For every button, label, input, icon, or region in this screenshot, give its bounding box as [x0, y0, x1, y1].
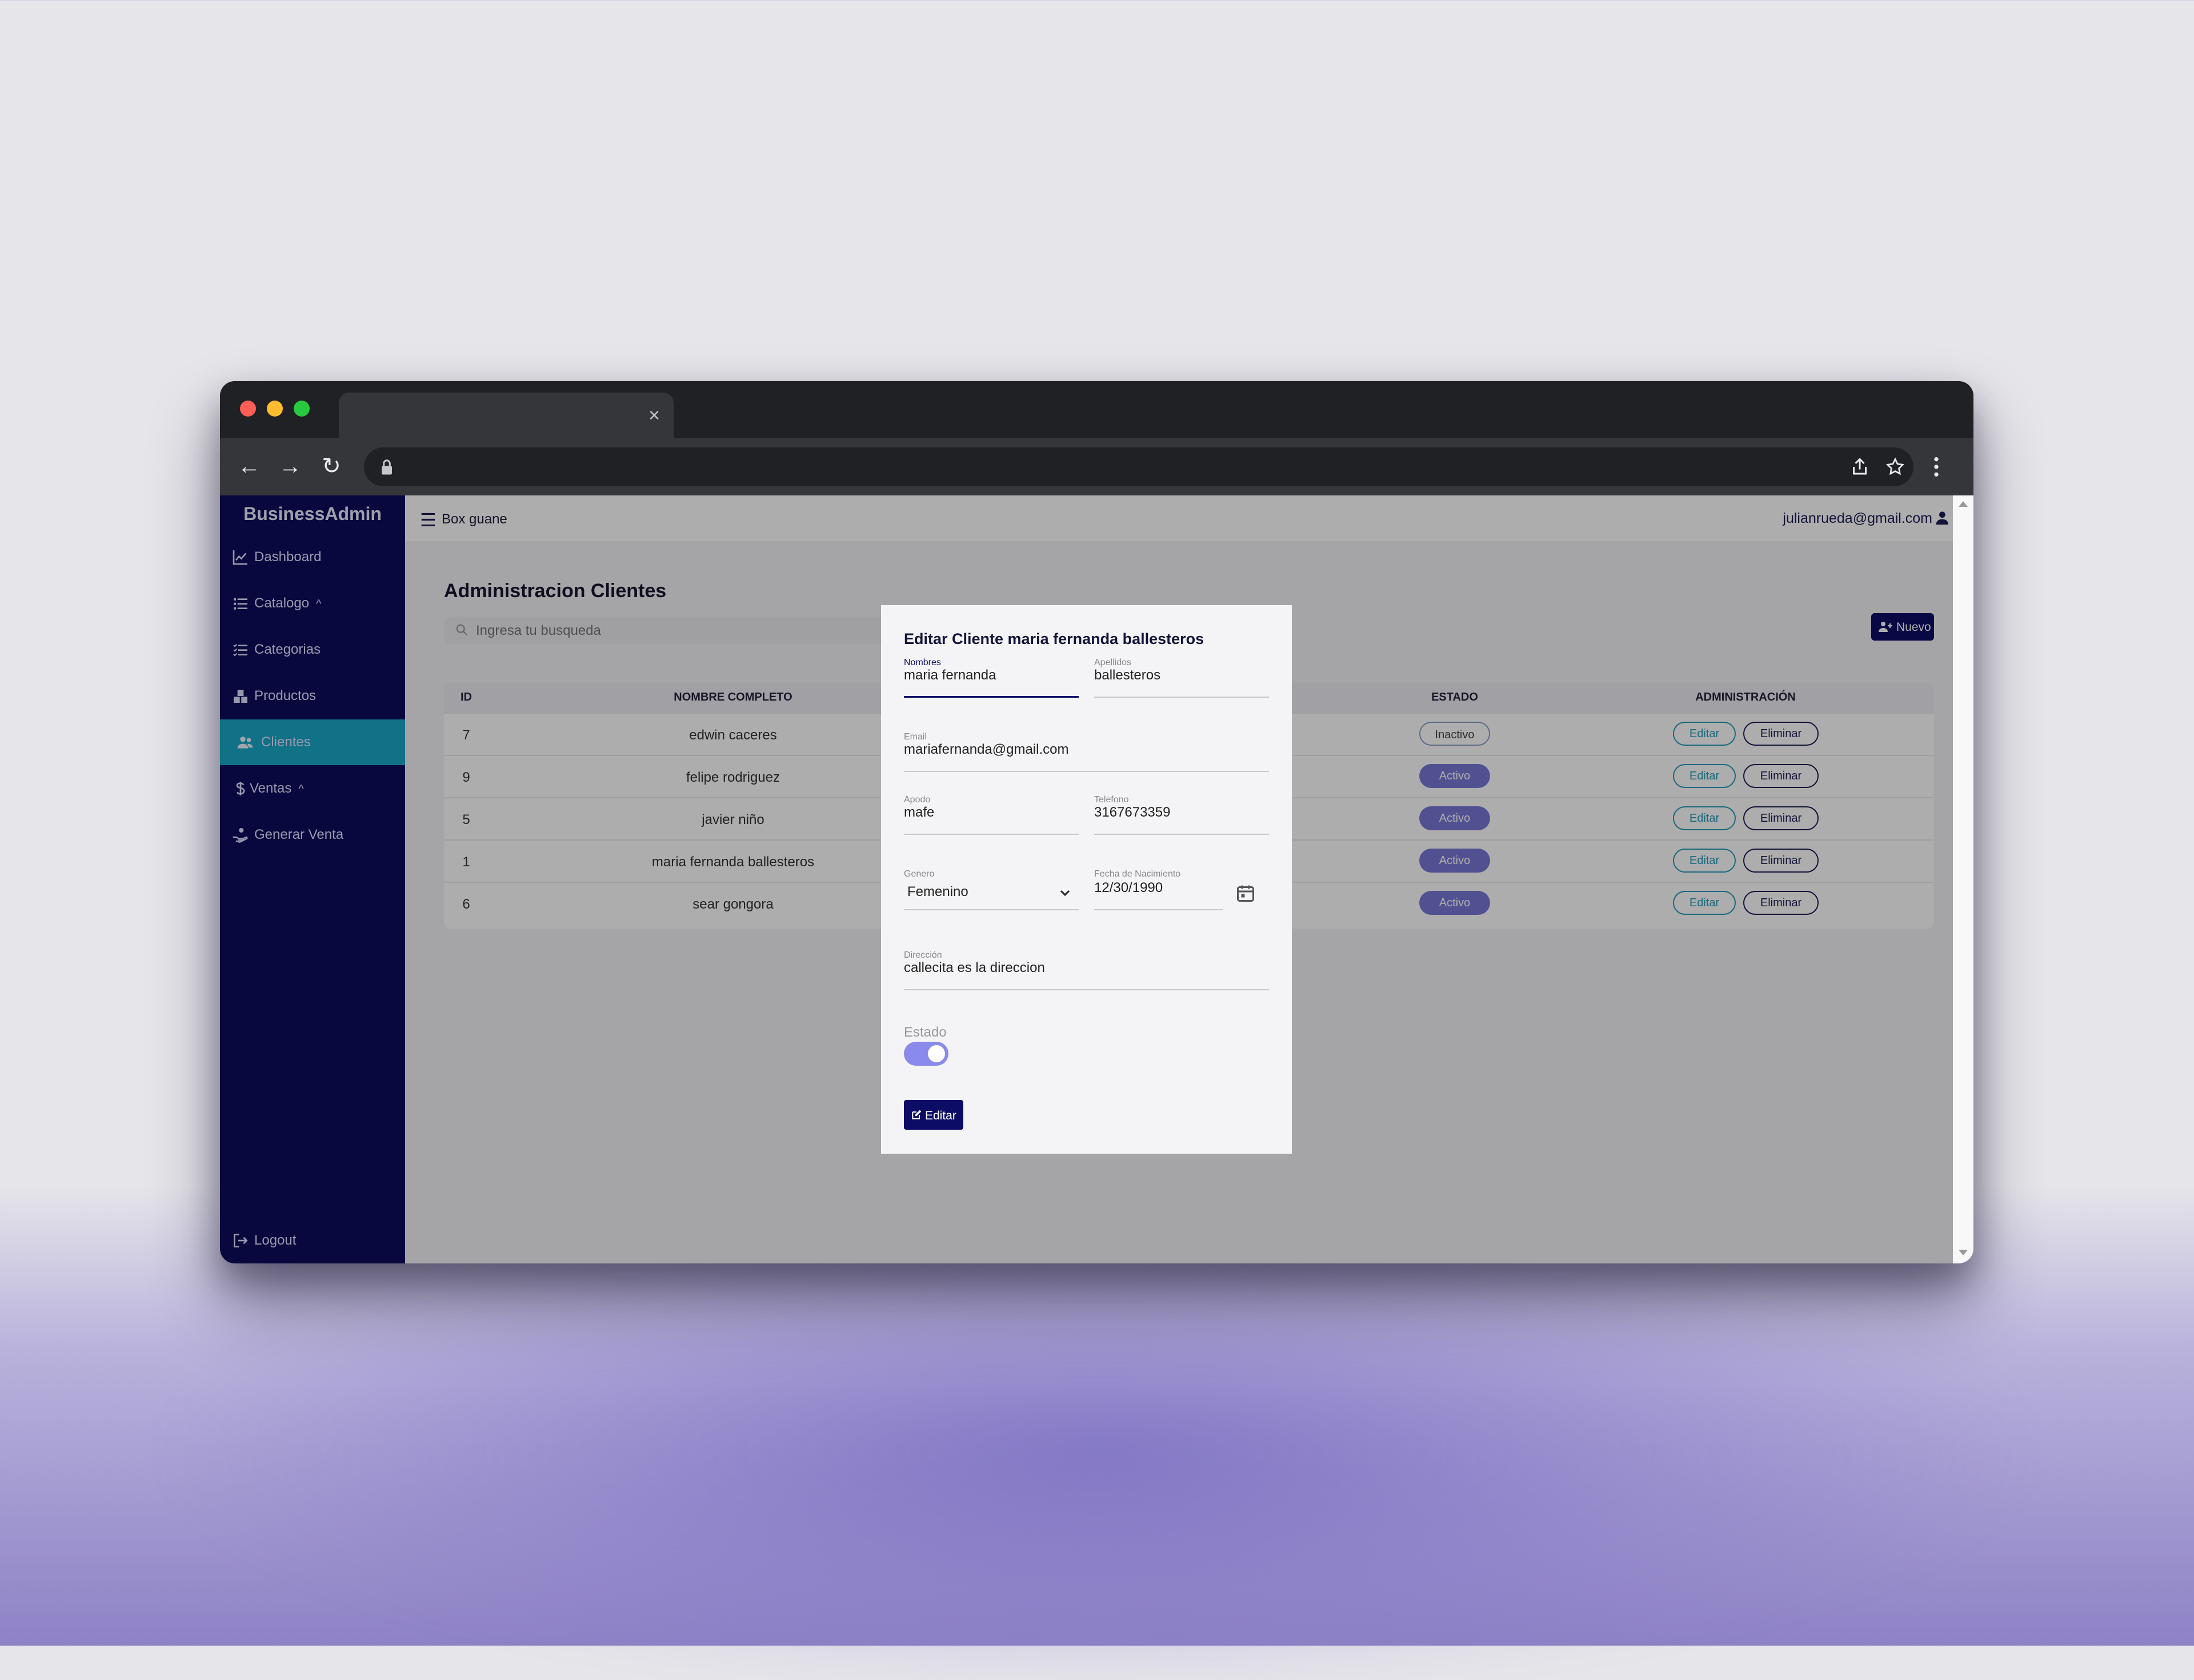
- submit-label: Editar: [925, 1109, 956, 1122]
- direccion-underline: [904, 989, 1269, 990]
- fecha-nacimiento-field[interactable]: Fecha de Nacimiento: [1094, 869, 1223, 910]
- telefono-input[interactable]: [1094, 803, 1266, 822]
- page-viewport: BusinessAdmin Dashboard Catalogo ^ Categ…: [220, 495, 1973, 1263]
- chevron-down-icon[interactable]: [1058, 886, 1072, 900]
- genero-value: Femenino: [907, 884, 968, 899]
- apellidos-field[interactable]: Apellidos: [1094, 658, 1269, 698]
- genero-label: Genero: [904, 869, 935, 879]
- modal-title: Editar Cliente maria fernanda ballestero…: [904, 630, 1204, 647]
- apodo-field[interactable]: Apodo: [904, 795, 1079, 835]
- minimize-window-button[interactable]: [267, 401, 283, 417]
- email-underline: [904, 771, 1269, 772]
- lock-icon: [382, 459, 392, 475]
- apellidos-underline: [1094, 697, 1269, 698]
- reload-icon[interactable]: ↻: [317, 452, 346, 481]
- fecha-underline: [1094, 909, 1223, 910]
- close-window-button[interactable]: [240, 401, 256, 417]
- browser-titlebar: ×: [220, 381, 1973, 438]
- edit-pencil-icon: [912, 1110, 922, 1119]
- kebab-menu-icon[interactable]: [1929, 455, 1943, 478]
- edit-client-modal: Editar Cliente maria fernanda ballestero…: [881, 605, 1292, 1154]
- toggle-knob: [928, 1045, 945, 1062]
- apodo-underline: [904, 834, 1079, 835]
- direccion-field[interactable]: Dirección: [904, 950, 1269, 990]
- browser-toolbar: ← → ↻: [220, 438, 1973, 495]
- scroll-down-arrow-icon[interactable]: [1959, 1250, 1968, 1255]
- browser-tab[interactable]: ×: [339, 393, 674, 438]
- telefono-field[interactable]: Telefono: [1094, 795, 1269, 835]
- genero-select[interactable]: Genero Femenino: [904, 869, 1079, 910]
- forward-arrow-icon[interactable]: →: [276, 452, 305, 481]
- telefono-underline: [1094, 834, 1269, 835]
- tab-close-icon[interactable]: ×: [648, 404, 660, 427]
- address-bar[interactable]: [364, 447, 1913, 486]
- genero-underline: [904, 909, 1079, 910]
- bookmark-star-icon[interactable]: [1885, 457, 1905, 477]
- email-field[interactable]: Email: [904, 732, 1269, 772]
- back-arrow-icon[interactable]: ←: [235, 452, 263, 481]
- estado-toggle[interactable]: [904, 1042, 948, 1066]
- page-scrollbar[interactable]: [1953, 495, 1973, 1263]
- share-icon[interactable]: [1849, 457, 1870, 477]
- fecha-input[interactable]: [1094, 878, 1220, 898]
- estado-label: Estado: [904, 1025, 947, 1040]
- email-input[interactable]: [904, 740, 1264, 759]
- direccion-input[interactable]: [904, 958, 1264, 978]
- nombres-input[interactable]: [904, 666, 1075, 685]
- browser-window: × ← → ↻ BusinessAdmin Dashboard Catalogo…: [220, 381, 1973, 1263]
- apodo-input[interactable]: [904, 803, 1075, 822]
- nombres-underline: [904, 696, 1079, 698]
- calendar-icon[interactable]: [1235, 883, 1256, 903]
- submit-edit-button[interactable]: Editar: [904, 1100, 963, 1130]
- maximize-window-button[interactable]: [294, 401, 310, 417]
- scroll-up-arrow-icon[interactable]: [1959, 501, 1968, 507]
- nombres-field[interactable]: Nombres: [904, 658, 1079, 698]
- apellidos-input[interactable]: [1094, 666, 1266, 685]
- background-glow: [171, 1223, 2023, 1680]
